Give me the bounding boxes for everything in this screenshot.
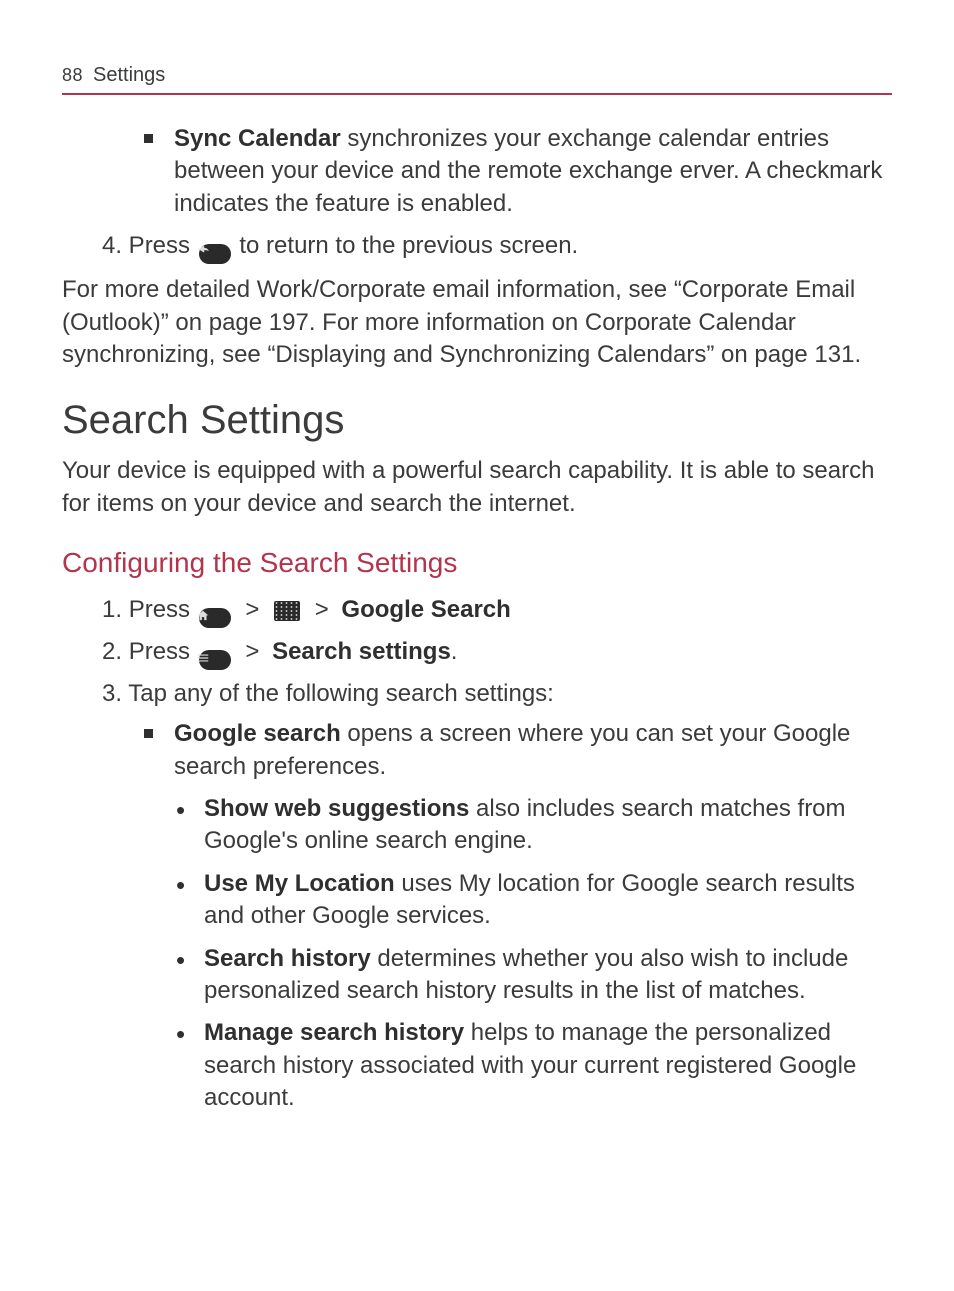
step-1: 1. Press > > Google Search bbox=[62, 594, 892, 628]
step1-text: Press bbox=[129, 596, 197, 623]
step3-text: Tap any of the following search settings… bbox=[128, 680, 554, 707]
back-icon bbox=[199, 244, 231, 264]
step4-suffix: to return to the previous screen. bbox=[239, 232, 578, 259]
step2-target: Search settings bbox=[272, 638, 451, 665]
sub-option-1: Use My Location uses My location for Goo… bbox=[62, 868, 892, 933]
subheading: Configuring the Search Settings bbox=[62, 544, 892, 582]
followup-paragraph: For more detailed Work/Corporate email i… bbox=[62, 274, 892, 371]
step-4: 4. Press to return to the previous scree… bbox=[62, 230, 892, 264]
sub-options-list: Show web suggestions also includes searc… bbox=[62, 793, 892, 1115]
step1-target: Google Search bbox=[341, 596, 510, 623]
section-intro: Your device is equipped with a powerful … bbox=[62, 455, 892, 520]
sub-option-0: Show web suggestions also includes searc… bbox=[62, 793, 892, 858]
separator-gt: > bbox=[245, 638, 259, 665]
page-number: 88 bbox=[62, 63, 83, 87]
separator-gt: > bbox=[315, 596, 329, 623]
google-search-label: Google search bbox=[174, 720, 341, 747]
page-header: 88 Settings bbox=[62, 62, 892, 95]
sync-calendar-item-list: Sync Calendar synchronizes your exchange… bbox=[62, 123, 892, 220]
sub-option-2: Search history determines whether you al… bbox=[62, 943, 892, 1008]
step4-prefix: 4. Press bbox=[102, 232, 197, 259]
apps-grid-icon bbox=[274, 601, 300, 621]
separator-gt: > bbox=[245, 596, 259, 623]
sub-option-1-label: Use My Location bbox=[204, 870, 395, 897]
step-2: 2. Press > Search settings. bbox=[62, 636, 892, 670]
google-search-item: Google search opens a screen where you c… bbox=[62, 718, 892, 783]
header-section: Settings bbox=[93, 62, 165, 89]
sub-option-3: Manage search history helps to manage th… bbox=[62, 1017, 892, 1114]
steps-list: 1. Press > > Google Search 2. Press > Se… bbox=[62, 594, 892, 710]
sync-calendar-item: Sync Calendar synchronizes your exchange… bbox=[62, 123, 892, 220]
google-search-item-list: Google search opens a screen where you c… bbox=[62, 718, 892, 783]
step2-text: Press bbox=[129, 638, 197, 665]
sub-option-3-label: Manage search history bbox=[204, 1019, 464, 1046]
home-icon bbox=[199, 608, 231, 628]
menu-icon bbox=[199, 650, 231, 670]
step-3: 3. Tap any of the following search setti… bbox=[62, 678, 892, 710]
sync-calendar-label: Sync Calendar bbox=[174, 125, 341, 152]
section-title: Search Settings bbox=[62, 393, 892, 447]
sub-option-2-label: Search history bbox=[204, 945, 371, 972]
sub-option-0-label: Show web suggestions bbox=[204, 795, 469, 822]
manual-page: 88 Settings Sync Calendar synchronizes y… bbox=[0, 0, 954, 1185]
